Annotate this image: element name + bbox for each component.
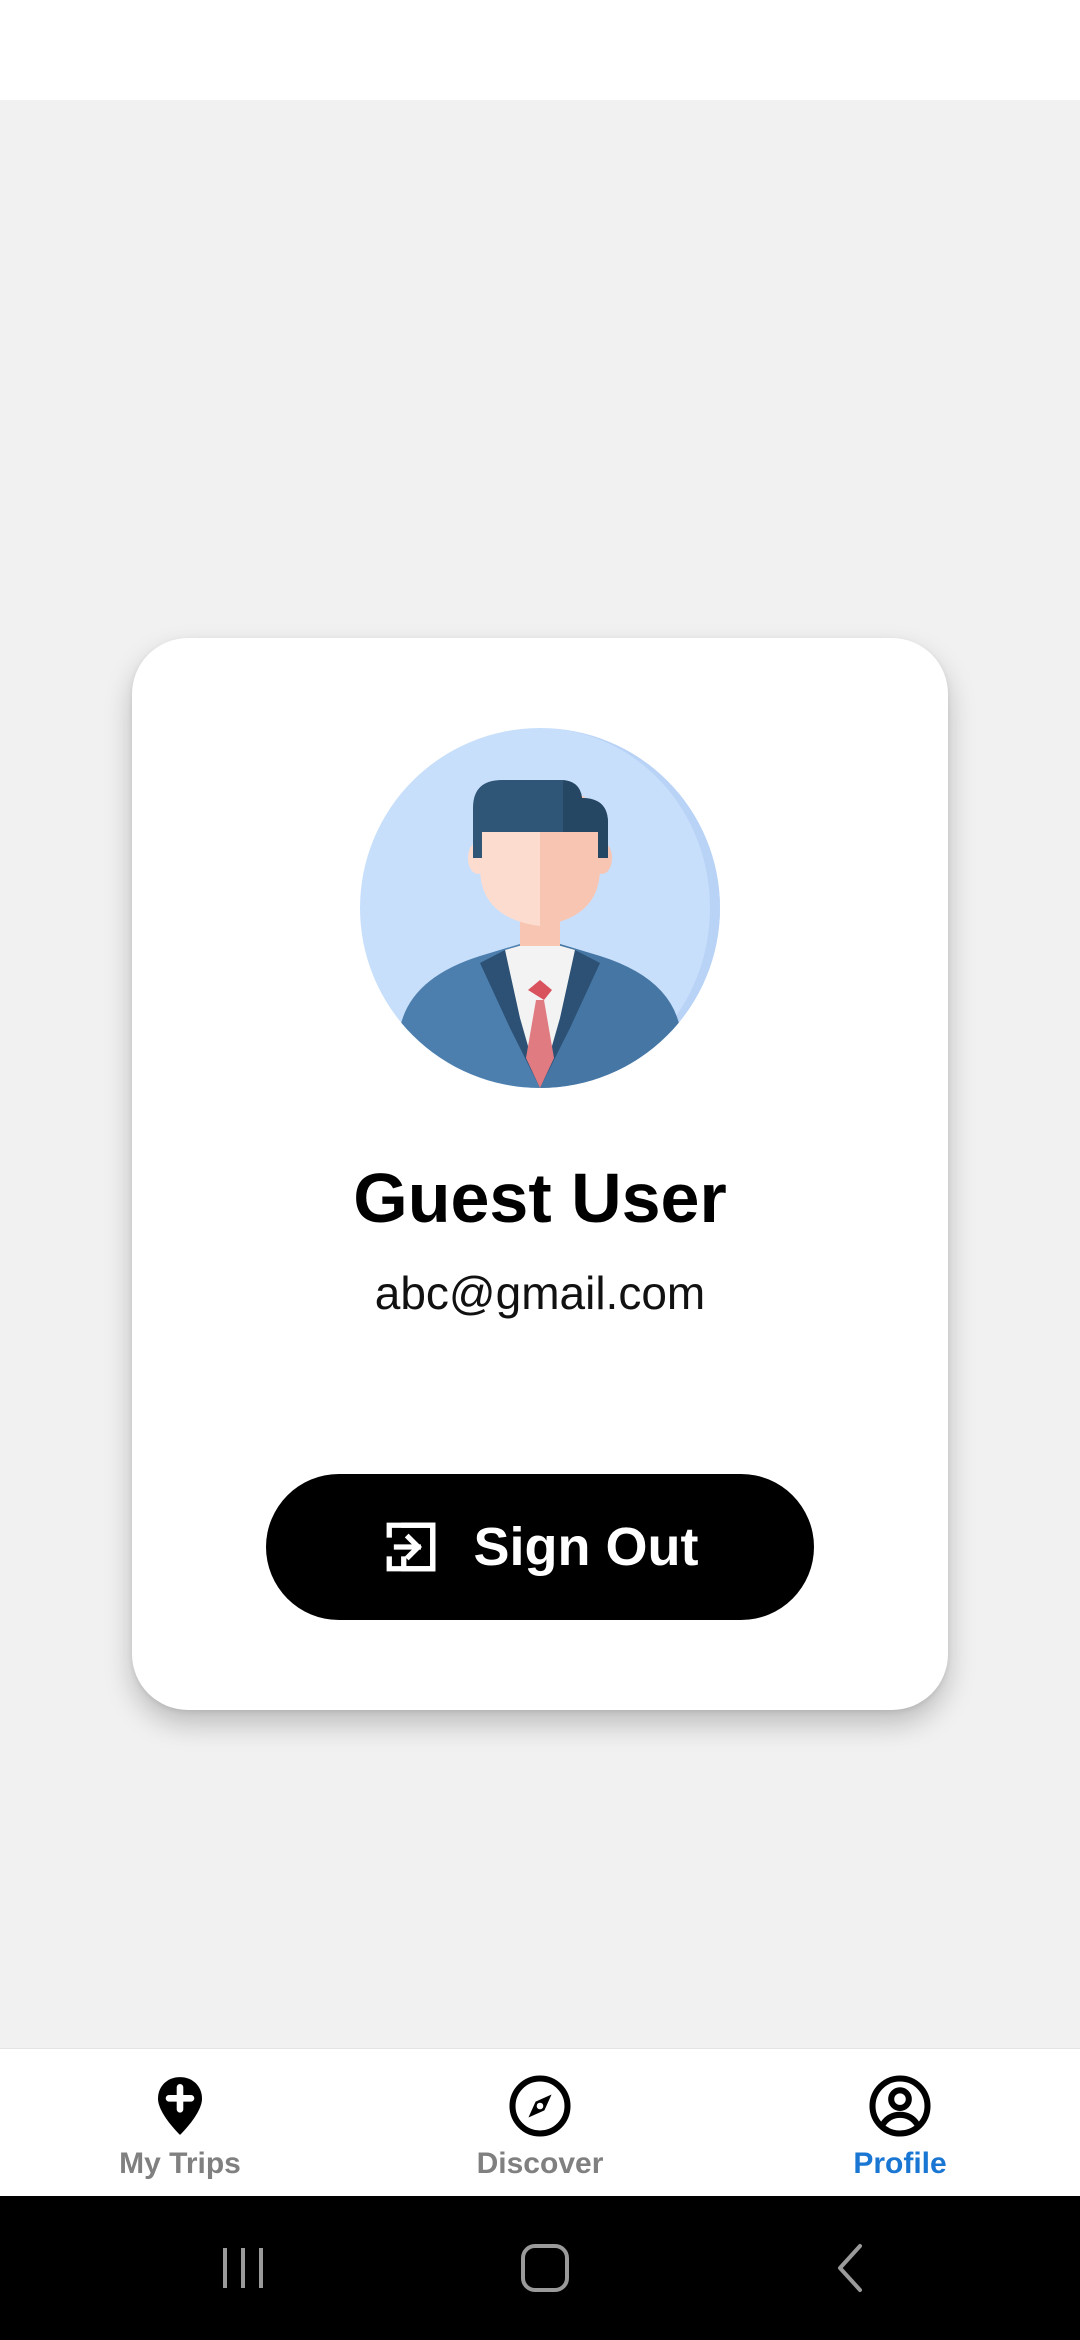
businessman-avatar-icon — [360, 728, 720, 1088]
account-circle-icon — [867, 2073, 933, 2139]
nav-label-my-trips: My Trips — [119, 2147, 241, 2180]
sign-out-icon — [382, 1518, 440, 1576]
map-pin-add-icon — [147, 2073, 213, 2139]
nav-item-discover[interactable]: Discover — [360, 2049, 720, 2197]
bottom-navigation: My Trips Discover Profile — [0, 2048, 1080, 2196]
profile-screen: Guest User abc@gmail.com Sign Out — [0, 100, 1080, 2048]
user-email: abc@gmail.com — [374, 1267, 706, 1319]
status-bar — [0, 0, 1080, 100]
system-navigation-bar — [0, 2196, 1080, 2340]
nav-label-profile: Profile — [853, 2147, 947, 2180]
back-icon[interactable] — [790, 2196, 910, 2340]
compass-icon — [507, 2073, 573, 2139]
sign-out-label: Sign Out — [473, 1517, 699, 1577]
nav-item-my-trips[interactable]: My Trips — [0, 2049, 360, 2197]
recent-apps-icon[interactable] — [183, 2196, 303, 2340]
profile-card: Guest User abc@gmail.com Sign Out — [132, 638, 948, 1710]
nav-item-profile[interactable]: Profile — [720, 2049, 1080, 2197]
user-name: Guest User — [353, 1159, 727, 1237]
home-icon[interactable] — [485, 2196, 605, 2340]
sign-out-button[interactable]: Sign Out — [266, 1474, 814, 1620]
nav-label-discover: Discover — [476, 2147, 604, 2180]
